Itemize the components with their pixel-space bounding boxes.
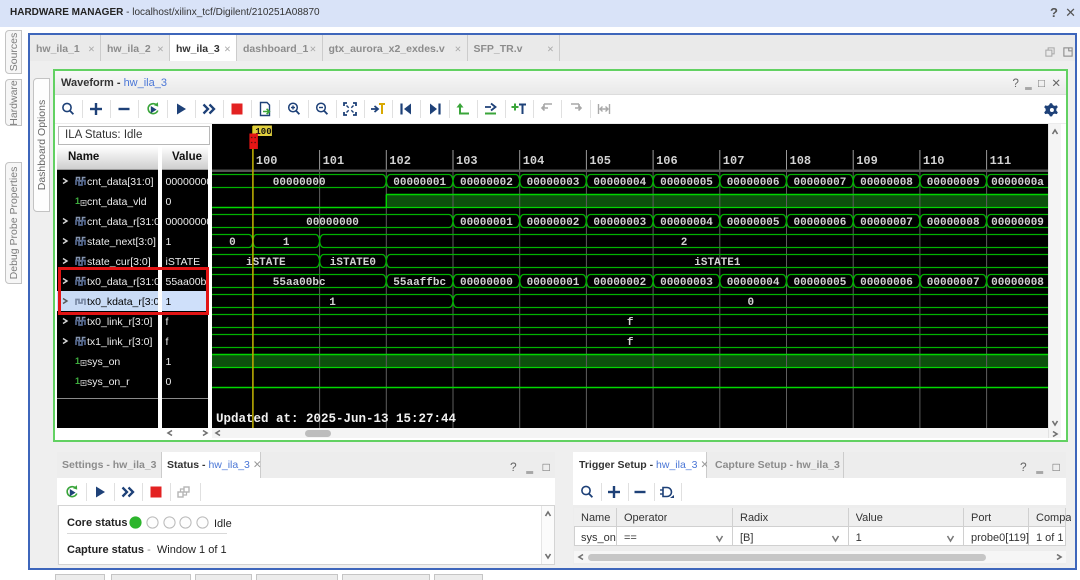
svg-text:00000001: 00000001: [459, 217, 512, 229]
svg-text:00000000: 00000000: [272, 177, 325, 189]
svg-text:00000001: 00000001: [393, 177, 446, 189]
svg-text:102: 102: [389, 154, 411, 168]
svg-text:110: 110: [922, 154, 944, 168]
svg-text:00000005: 00000005: [726, 217, 779, 229]
svg-text:iSTATE1: iSTATE1: [694, 257, 741, 269]
svg-text:1: 1: [329, 297, 336, 309]
svg-text:iSTATE0: iSTATE0: [329, 257, 375, 269]
svg-text:108: 108: [789, 154, 811, 168]
svg-text:1: 1: [282, 237, 289, 249]
svg-text:00000009: 00000009: [991, 217, 1044, 229]
svg-text:103: 103: [456, 154, 478, 168]
svg-text:00000007: 00000007: [926, 277, 979, 289]
svg-text:1: 1: [75, 196, 80, 206]
svg-text:101: 101: [322, 154, 344, 168]
svg-text:00000009: 00000009: [926, 177, 979, 189]
svg-text:Updated at: 2025-Jun-13 15:27:: Updated at: 2025-Jun-13 15:27:44: [216, 412, 457, 426]
svg-text:2: 2: [680, 237, 687, 249]
svg-text:00000005: 00000005: [793, 277, 846, 289]
svg-text:111: 111: [989, 154, 1011, 168]
svg-text:00000006: 00000006: [860, 277, 913, 289]
svg-text:00000003: 00000003: [526, 177, 579, 189]
svg-text:0: 0: [747, 297, 754, 309]
svg-text:00000006: 00000006: [793, 217, 846, 229]
svg-text:00000003: 00000003: [593, 217, 646, 229]
svg-text:109: 109: [856, 154, 878, 168]
svg-text:f: f: [626, 317, 633, 329]
svg-text:104: 104: [522, 154, 544, 168]
svg-text:00000000: 00000000: [459, 277, 512, 289]
svg-text:00000008: 00000008: [991, 277, 1044, 289]
svg-text:00000006: 00000006: [726, 177, 779, 189]
svg-text:00000000: 00000000: [306, 217, 359, 229]
svg-text:00000002: 00000002: [526, 217, 579, 229]
svg-text:00000004: 00000004: [660, 217, 713, 229]
svg-text:55aa00bc: 55aa00bc: [272, 277, 325, 289]
svg-text:00000007: 00000007: [793, 177, 846, 189]
svg-text:0: 0: [229, 237, 236, 249]
svg-text:00000007: 00000007: [860, 217, 913, 229]
svg-text:0000000a: 0000000a: [991, 177, 1044, 189]
svg-text:1: 1: [75, 356, 80, 366]
svg-text:00000008: 00000008: [926, 217, 979, 229]
svg-text:f: f: [626, 337, 633, 349]
svg-text:106: 106: [656, 154, 678, 168]
svg-text:00000008: 00000008: [860, 177, 913, 189]
svg-text:00000002: 00000002: [459, 177, 512, 189]
svg-text:iSTATE: iSTATE: [245, 257, 285, 269]
svg-text:00000002: 00000002: [593, 277, 646, 289]
svg-text:1: 1: [75, 376, 80, 386]
svg-text:55aaffbc: 55aaffbc: [393, 277, 446, 289]
svg-text:00000004: 00000004: [593, 177, 646, 189]
svg-text:00000003: 00000003: [660, 277, 713, 289]
svg-text:00000004: 00000004: [726, 277, 779, 289]
svg-text:100: 100: [255, 154, 277, 168]
svg-text:105: 105: [589, 154, 611, 168]
svg-text:107: 107: [722, 154, 744, 168]
svg-text:00000005: 00000005: [660, 177, 713, 189]
svg-text:00000001: 00000001: [526, 277, 579, 289]
